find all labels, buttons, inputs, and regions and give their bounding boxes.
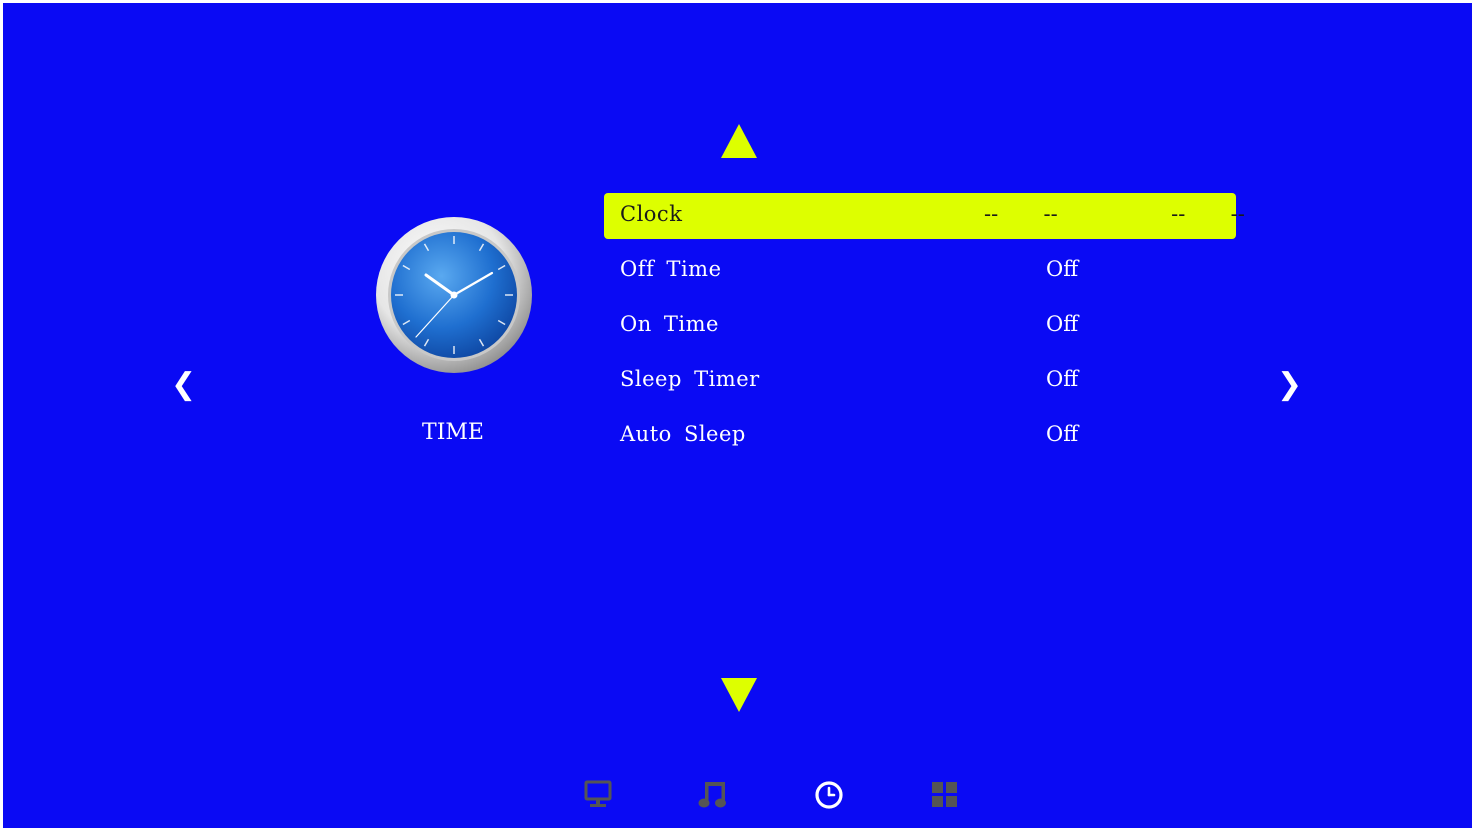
menu-item-label: Sleep Timer (620, 367, 760, 391)
menu-item-value: Off (1046, 257, 1079, 281)
menu-item-value: Off (1046, 422, 1079, 446)
menu-item-label: On Time (620, 312, 719, 336)
menu-item-on-time[interactable]: On Time Off (604, 303, 1236, 349)
menu-item-value: Off (1046, 312, 1079, 336)
menu-item-label: Clock (620, 202, 683, 226)
triangle-up-icon[interactable] (721, 124, 757, 158)
clock-icon (374, 215, 534, 375)
monitor-icon[interactable] (581, 777, 615, 811)
music-note-icon[interactable] (696, 777, 730, 811)
menu-item-label: Auto Sleep (620, 422, 746, 446)
section-label: TIME (422, 420, 484, 445)
menu-item-sleep-timer[interactable]: Sleep Timer Off (604, 358, 1236, 404)
menu-item-value: Off (1046, 367, 1079, 391)
menu-item-clock[interactable]: Clock -- -- -- -- (604, 193, 1245, 239)
clock-icon[interactable] (812, 777, 846, 811)
menu-item-auto-sleep[interactable]: Auto Sleep Off (604, 413, 1236, 459)
menu-item-off-time[interactable]: Off Time Off (604, 248, 1236, 294)
menu-item-label: Off Time (620, 257, 722, 281)
osd-screen: ❮ ❯ TIME Clock -- -- -- -- Off Time Off … (3, 3, 1472, 828)
clock-value: -- -- -- -- (984, 202, 1245, 226)
chevron-right-icon[interactable]: ❯ (1277, 365, 1302, 405)
time-menu: Clock -- -- -- -- Off Time Off On Time O… (604, 193, 1245, 468)
chevron-left-icon[interactable]: ❮ (171, 365, 196, 405)
grid-icon[interactable] (928, 777, 962, 811)
triangle-down-icon[interactable] (721, 678, 757, 712)
